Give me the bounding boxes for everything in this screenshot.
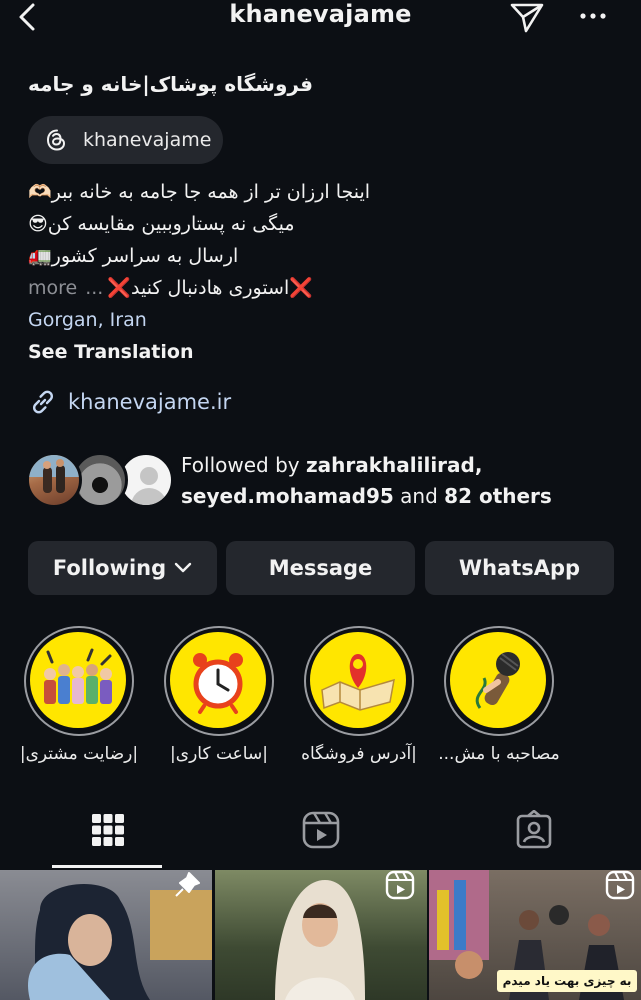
post-caption-text: به چیزی بهت یاد میدم: [497, 970, 637, 992]
whatsapp-button[interactable]: WhatsApp: [425, 541, 614, 595]
follower-username: seyed.mohamad95: [181, 484, 394, 508]
follower-avatar: [26, 452, 82, 508]
bio-line: اینجا ارزان تر از همه جا جامه به خانه بب…: [28, 181, 371, 203]
highlight-cover: [450, 632, 546, 728]
more-options-icon[interactable]: [578, 4, 608, 28]
profile-location[interactable]: Gorgan, Iran: [28, 304, 448, 336]
following-label: Following: [52, 556, 167, 580]
post-thumbnail[interactable]: [0, 870, 212, 1000]
pin-icon: [175, 872, 200, 897]
link-icon: [32, 390, 54, 414]
threads-handle: khanevajame: [83, 129, 212, 151]
website-link[interactable]: khanevajame.ir: [28, 387, 231, 417]
chevron-down-icon: [174, 562, 192, 573]
highlight-cover: [170, 632, 266, 728]
map-pin-icon: [321, 654, 395, 711]
active-tab-indicator: [52, 865, 162, 868]
bio-more-link[interactable]: more: [28, 272, 77, 304]
highlight-working-hours[interactable]: |ساعت کاری|: [164, 626, 274, 776]
profile-tabs: [0, 800, 641, 868]
bio-line: میگی نه پستاروببین مقایسه کن😎: [28, 213, 295, 235]
followed-by-prefix: Followed by: [181, 453, 300, 477]
bio-line: ارسال به سراسر کشور🚛: [28, 245, 239, 267]
default-avatar-head: [140, 467, 158, 485]
threads-icon: [46, 129, 66, 151]
profile-bio: اینجا ارزان تر از همه جا جامه به خانه بب…: [28, 176, 448, 368]
bio-line: ❌استوری هادنبال کنید❌: [107, 277, 313, 299]
customers-icon: [44, 648, 112, 704]
highlight-interview[interactable]: مصاحبه با مش...: [438, 626, 560, 776]
bio-ellipsis: ...: [85, 277, 104, 299]
bio-line-truncated: more ... ❌استوری هادنبال کنید❌: [28, 272, 448, 304]
website-url: khanevajame.ir: [68, 390, 232, 414]
default-avatar-body: [131, 488, 167, 505]
message-button[interactable]: Message: [226, 541, 415, 595]
share-send-icon[interactable]: [508, 0, 546, 34]
post-thumbnail[interactable]: به چیزی بهت یاد میدم: [429, 870, 641, 1000]
tagged-icon[interactable]: [514, 810, 554, 850]
highlight-label: |رضایت مشتری|: [19, 744, 139, 764]
alarm-clock-icon: [193, 653, 243, 714]
following-button[interactable]: Following: [28, 541, 217, 595]
threads-badge[interactable]: khanevajame: [28, 116, 223, 164]
microphone-icon: [475, 652, 520, 709]
reels-icon[interactable]: [301, 810, 341, 850]
reels-badge-icon: [605, 870, 635, 900]
highlight-label: مصاحبه با مش...: [438, 744, 560, 764]
followed-by-and: and: [400, 484, 438, 508]
mutual-followers[interactable]: Followed by zahrakhalilirad, seyed.moham…: [26, 450, 626, 514]
followed-by-others: 82 others: [444, 484, 552, 508]
top-bar: khanevajame: [0, 0, 641, 34]
post-thumbnail[interactable]: [215, 870, 427, 1000]
highlight-customer-satisfaction[interactable]: |رضایت مشتری|: [20, 626, 138, 776]
highlight-label: |آدرس فروشگاه: [301, 744, 417, 764]
followed-by-text: Followed by zahrakhalilirad, seyed.moham…: [181, 450, 552, 512]
grid-icon[interactable]: [88, 810, 128, 850]
see-translation-link[interactable]: See Translation: [28, 336, 448, 368]
follower-username: zahrakhalilirad,: [305, 453, 483, 477]
highlight-store-address[interactable]: |آدرس فروشگاه: [301, 626, 417, 776]
highlight-cover: [30, 632, 126, 728]
highlight-cover: [310, 632, 406, 728]
highlight-label: |ساعت کاری|: [170, 744, 268, 764]
reels-badge-icon: [385, 870, 415, 900]
profile-display-name: فروشگاه پوشاک|خانه و جامه: [28, 72, 313, 96]
